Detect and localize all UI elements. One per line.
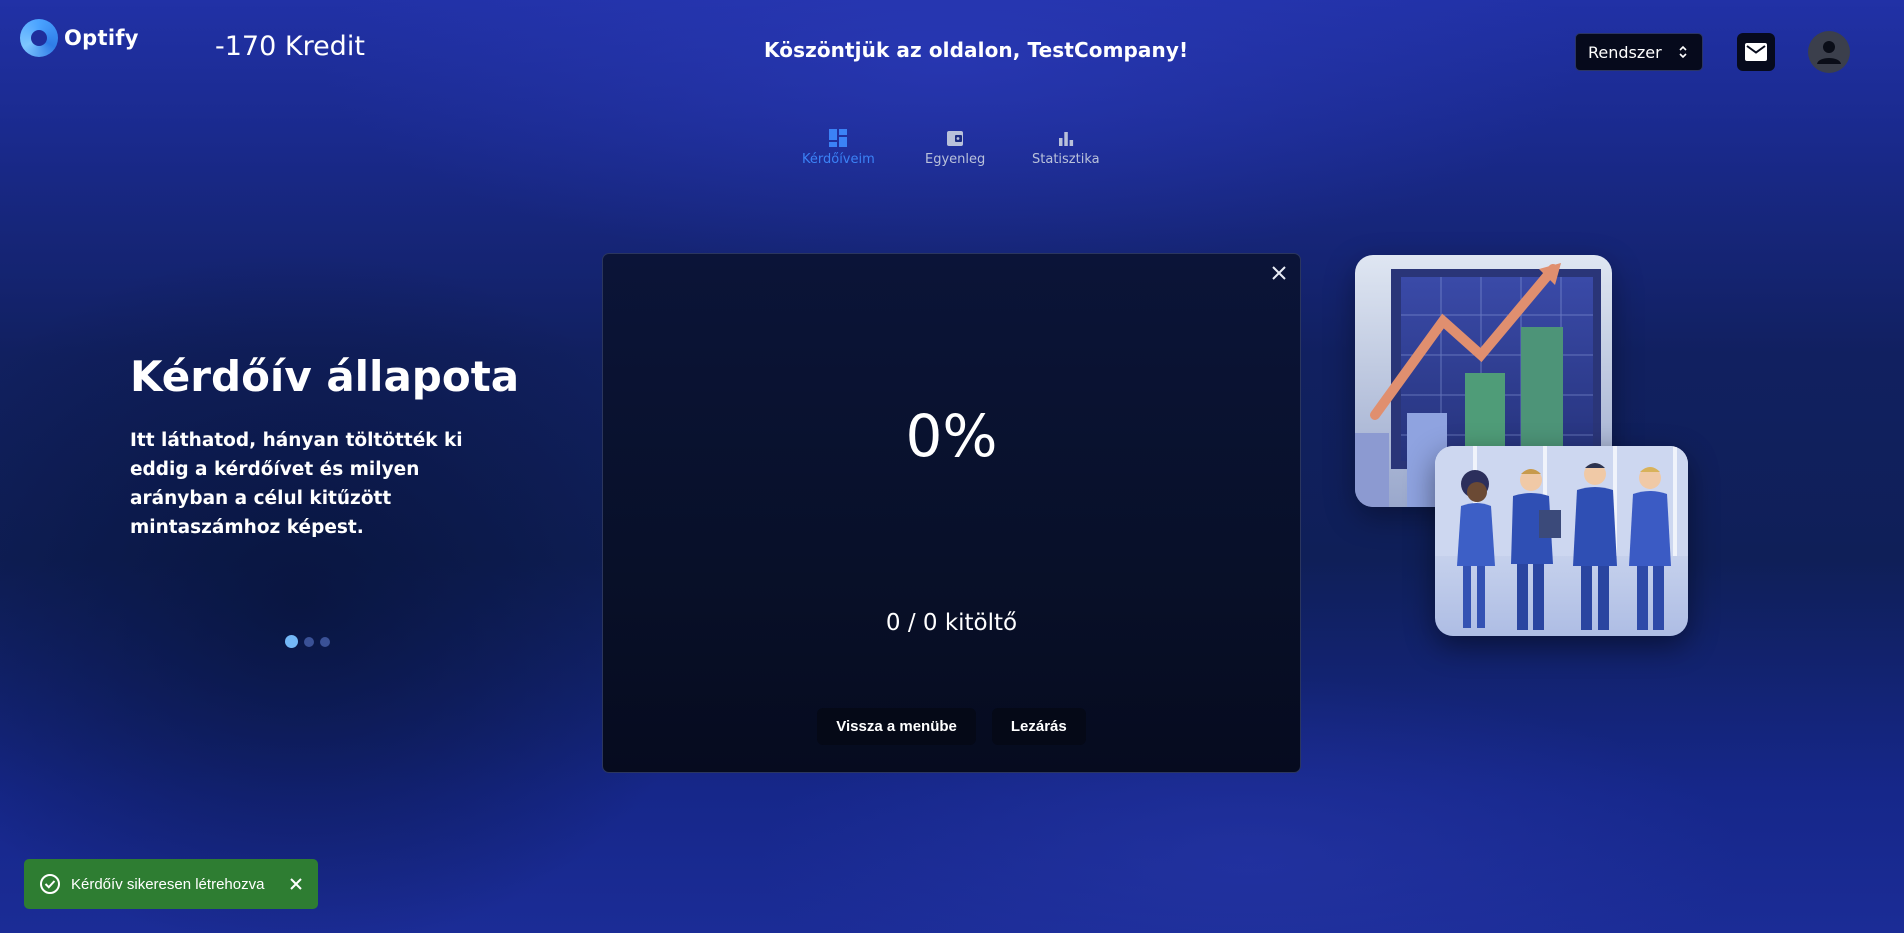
- mail-button[interactable]: [1737, 33, 1775, 71]
- user-avatar-button[interactable]: [1808, 31, 1850, 73]
- nav-tab-balance[interactable]: Egyenleg: [925, 128, 985, 167]
- user-icon: [1817, 41, 1841, 64]
- nav-label: Statisztika: [1032, 152, 1100, 167]
- app-logo[interactable]: Optify: [20, 19, 139, 57]
- close-survey-button[interactable]: Lezárás: [991, 708, 1086, 745]
- chevron-up-down-icon: [1678, 44, 1688, 60]
- nav-tab-questionnaires[interactable]: Kérdőíveim: [802, 128, 875, 167]
- bar-chart-icon: [1058, 132, 1073, 146]
- system-select-label: Rendszer: [1588, 42, 1662, 62]
- back-to-menu-button[interactable]: Vissza a menübe: [817, 708, 976, 745]
- mail-icon: [1745, 43, 1767, 61]
- respondent-count: 0 / 0 kitöltő: [885, 610, 1018, 636]
- toast-message: Kérdőív sikeresen létrehozva: [71, 875, 265, 893]
- wallet-icon: [947, 131, 964, 146]
- close-icon[interactable]: [289, 877, 303, 891]
- completion-percent: 0%: [905, 402, 998, 470]
- system-select[interactable]: Rendszer: [1575, 33, 1703, 71]
- close-icon[interactable]: [1268, 262, 1290, 284]
- nav-label: Egyenleg: [925, 152, 986, 167]
- logo-text: Optify: [64, 26, 139, 50]
- nav-tab-statistics[interactable]: Statisztika: [1032, 128, 1100, 167]
- carousel-dot[interactable]: [320, 636, 330, 647]
- success-toast: Kérdőív sikeresen létrehozva: [24, 859, 318, 909]
- welcome-message: Köszöntjük az oldalon, TestCompany!: [764, 38, 1189, 62]
- intro-title: Kérdőív állapota: [130, 352, 520, 401]
- intro-description: Itt láthatod, hányan töltötték ki eddig …: [130, 430, 463, 538]
- carousel-dot[interactable]: [304, 636, 314, 647]
- carousel-dot[interactable]: [285, 635, 298, 648]
- logo-icon: [20, 19, 58, 57]
- business-team-illustration: [1435, 446, 1688, 636]
- credit-balance: -170 Kredit: [215, 31, 365, 62]
- carousel-dots: [285, 635, 330, 648]
- check-circle-icon: [40, 874, 60, 894]
- status-card: 0% 0 / 0 kitöltő Vissza a menübe Lezárás: [602, 253, 1301, 773]
- dashboard-icon: [829, 129, 848, 147]
- nav-label: Kérdőíveim: [802, 152, 875, 167]
